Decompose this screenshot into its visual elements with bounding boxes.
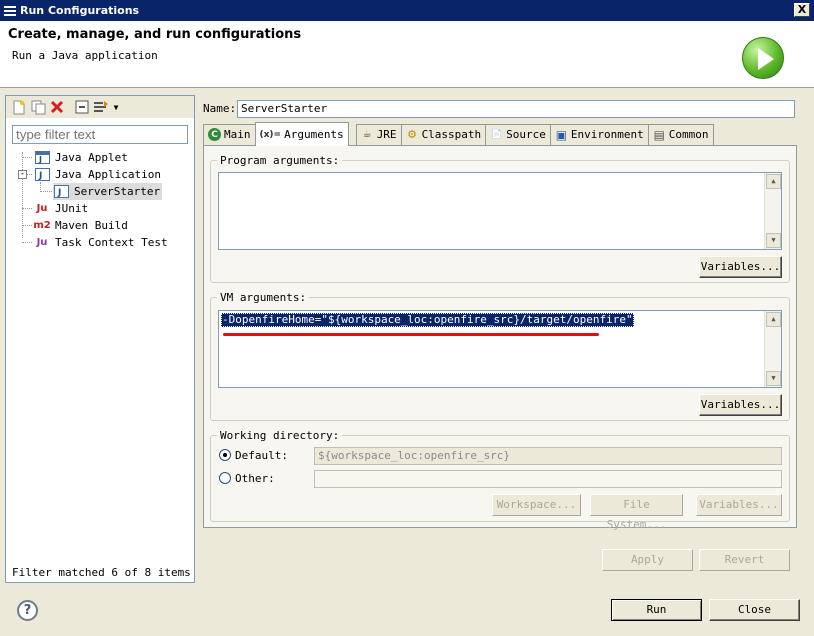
main-tab-icon: C: [208, 128, 221, 141]
source-tab-icon: 📄: [491, 129, 503, 140]
jre-tab-icon: ☕: [362, 129, 372, 140]
tab-label: JRE: [376, 128, 397, 141]
default-radio[interactable]: [219, 449, 231, 461]
arguments-tab-icon: (x)=: [259, 129, 282, 140]
vm-arguments-label: VM arguments:: [217, 291, 310, 304]
collapse-toggle-icon[interactable]: -: [18, 170, 27, 179]
tree-item-label: Maven Build: [55, 219, 128, 232]
run-button[interactable]: Run: [611, 599, 702, 621]
duplicate-configuration-icon[interactable]: [30, 99, 46, 115]
program-arguments-scrollbar[interactable]: ▲ ▼: [764, 173, 781, 249]
tree-item-label: Task Context Test: [55, 236, 168, 249]
working-directory-label: Working directory:: [217, 429, 343, 442]
tab-label: Environment: [570, 128, 644, 141]
tab-label: Classpath: [421, 128, 482, 141]
new-configuration-icon[interactable]: [11, 99, 27, 115]
default-label: Default:: [235, 449, 288, 462]
program-arguments-group: Program arguments: ▲ ▼ Variables...: [210, 154, 790, 283]
svg-text:J: J: [57, 188, 61, 198]
arguments-panel: Program arguments: ▲ ▼ Variables... VM a…: [203, 145, 797, 531]
scroll-down-icon[interactable]: ▼: [766, 371, 781, 386]
tree-item-java-applet[interactable]: J Java Applet: [34, 149, 128, 166]
tab-label: Arguments: [284, 128, 344, 141]
config-tabs: C Main (x)= Arguments ☕ JRE ⚙ Classpath …: [203, 122, 714, 146]
scroll-up-icon[interactable]: ▲: [766, 312, 781, 327]
tree-item-label: JUnit: [55, 202, 89, 215]
common-tab-icon: ▤: [653, 127, 665, 142]
tab-environment[interactable]: ▣ Environment: [549, 124, 649, 146]
scroll-up-icon[interactable]: ▲: [766, 174, 781, 189]
tab-arguments[interactable]: (x)= Arguments: [254, 122, 349, 146]
junit-icon: Ju: [36, 203, 48, 214]
program-arguments-textarea[interactable]: ▲ ▼: [218, 172, 782, 250]
file-system-button[interactable]: File System...: [590, 494, 683, 531]
task-context-icon: Ju: [36, 237, 48, 248]
working-variables-button[interactable]: Variables...: [696, 494, 782, 516]
run-banner-icon: [742, 37, 784, 79]
tree-item-label: Java Application: [55, 168, 161, 181]
tab-label: Source: [506, 128, 546, 141]
tree-item-maven-build[interactable]: m2 Maven Build: [33, 217, 128, 234]
tab-label: Main: [224, 128, 251, 141]
apply-button[interactable]: Apply: [602, 549, 693, 571]
program-variables-button[interactable]: Variables...: [699, 256, 782, 278]
tree-item-serverstarter[interactable]: J ServerStarter: [53, 183, 163, 200]
annotation-underline: [223, 333, 599, 336]
revert-button[interactable]: Revert: [699, 549, 790, 571]
tree-item-label: Java Applet: [55, 151, 128, 164]
program-arguments-label: Program arguments:: [217, 154, 343, 167]
tree-item-label: ServerStarter: [74, 185, 161, 198]
tree-item-junit[interactable]: Ju JUnit: [34, 200, 89, 217]
tab-common[interactable]: ▤ Common: [647, 124, 714, 146]
collapse-all-icon[interactable]: [74, 99, 90, 115]
window-menu-icon[interactable]: [4, 5, 16, 16]
java-applet-icon: J: [34, 151, 50, 165]
vm-arguments-group: VM arguments: -DopenfireHome="${workspac…: [210, 291, 790, 421]
working-directory-group: Working directory: Default: ${workspace_…: [210, 429, 790, 531]
java-class-icon: J: [53, 185, 69, 199]
workspace-button[interactable]: Workspace...: [492, 494, 581, 516]
tab-jre[interactable]: ☕ JRE: [355, 124, 402, 146]
tab-label: Common: [668, 128, 709, 141]
filter-status: Filter matched 6 of 8 items: [12, 566, 191, 579]
configuration-tree-panel: ▼ J Java Applet J Java Application J Se: [5, 95, 195, 583]
svg-text:J: J: [38, 155, 42, 164]
help-icon[interactable]: ?: [17, 600, 38, 621]
java-application-icon: J: [34, 168, 50, 182]
window-close-button[interactable]: X: [794, 3, 810, 17]
window-titlebar: Run Configurations X: [0, 0, 814, 21]
other-radio[interactable]: [219, 472, 231, 484]
tab-main[interactable]: C Main: [203, 124, 256, 146]
vm-arguments-value: -DopenfireHome="${workspace_loc:openfire…: [221, 313, 634, 327]
filter-input[interactable]: [12, 125, 188, 144]
header-banner: Create, manage, and run configurations R…: [0, 21, 814, 88]
name-label: Name:: [203, 102, 237, 115]
other-label: Other:: [235, 472, 275, 485]
tree-item-java-application[interactable]: J Java Application: [34, 166, 161, 183]
view-menu-icon[interactable]: ▼: [112, 99, 120, 115]
window-title: Run Configurations: [20, 4, 140, 17]
close-button[interactable]: Close: [709, 599, 800, 621]
tab-classpath[interactable]: ⚙ Classpath: [400, 124, 487, 146]
filter-configurations-icon[interactable]: [93, 99, 109, 115]
scroll-down-icon[interactable]: ▼: [766, 233, 781, 248]
delete-configuration-icon[interactable]: [49, 99, 65, 115]
tab-source[interactable]: 📄 Source: [485, 124, 551, 146]
other-directory-field[interactable]: [314, 470, 782, 488]
banner-subtitle: Run a Java application: [12, 49, 158, 62]
vm-arguments-scrollbar[interactable]: ▲ ▼: [764, 311, 781, 387]
tree-item-task-context-test[interactable]: Ju Task Context Test: [34, 234, 168, 251]
svg-text:J: J: [38, 171, 42, 181]
vm-arguments-textarea[interactable]: -DopenfireHome="${workspace_loc:openfire…: [218, 310, 782, 388]
banner-heading: Create, manage, and run configurations: [8, 27, 302, 42]
environment-tab-icon: ▣: [555, 127, 568, 142]
classpath-tab-icon: ⚙: [407, 128, 417, 141]
name-input[interactable]: ServerStarter: [237, 100, 795, 118]
default-directory-field: ${workspace_loc:openfire_src}: [314, 447, 782, 465]
vm-variables-button[interactable]: Variables...: [699, 394, 782, 416]
maven-icon: m2: [33, 220, 51, 231]
tree-toolbar: ▼: [6, 96, 194, 118]
